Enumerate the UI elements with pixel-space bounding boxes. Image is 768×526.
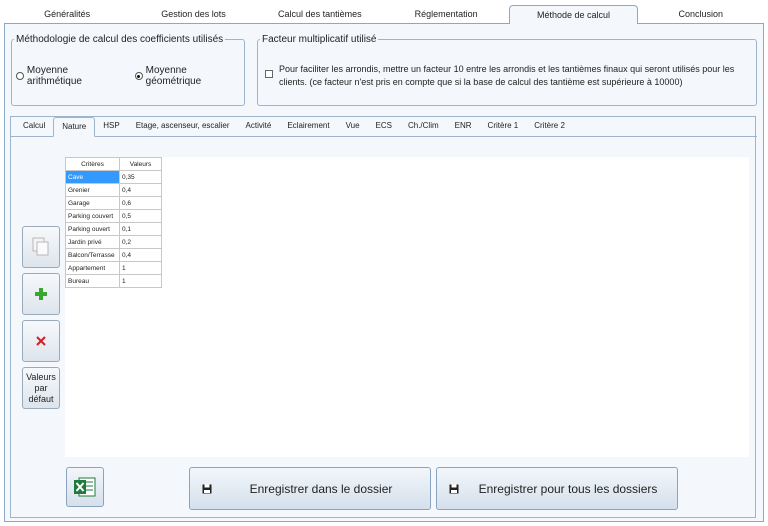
- tab-hsp[interactable]: HSP: [95, 117, 127, 136]
- excel-export-button[interactable]: [66, 467, 104, 507]
- factor-checkbox-label: Pour faciliter les arrondis, mettre un f…: [279, 64, 735, 87]
- tab-etage[interactable]: Etage, ascenseur, escalier: [128, 117, 238, 136]
- grid-header-row: Critères Valeurs: [65, 157, 162, 171]
- cell-valeur[interactable]: 0,4: [119, 248, 162, 262]
- column-header-criteres[interactable]: Critères: [65, 157, 120, 171]
- add-button[interactable]: [22, 273, 60, 315]
- table-row[interactable]: Balcon/Terrasse 0,4: [65, 248, 162, 262]
- tab-calcul[interactable]: Calcul: [15, 117, 53, 136]
- cell-critere[interactable]: Parking couvert: [65, 209, 120, 223]
- cell-valeur[interactable]: 1: [119, 274, 162, 288]
- main-tab-bar: Généralités Gestion des lots Calcul des …: [4, 4, 764, 25]
- radio-label: Moyenne arithmétique: [26, 65, 82, 87]
- criteria-grid: Critères Valeurs Cave 0,35 Grenier 0,4 G…: [65, 157, 162, 288]
- table-row[interactable]: Parking ouvert 0,1: [65, 222, 162, 236]
- tab-enr[interactable]: ENR: [447, 117, 480, 136]
- default-values-button[interactable]: Valeurs par défaut: [22, 367, 60, 409]
- cell-valeur[interactable]: 0,2: [119, 235, 162, 249]
- factor-legend: Facteur multiplicatif utilisé: [262, 34, 377, 45]
- tab-critere-2[interactable]: Critère 2: [526, 117, 573, 136]
- tab-reglementation[interactable]: Réglementation: [383, 4, 509, 23]
- tab-nature[interactable]: Nature: [53, 117, 96, 137]
- column-header-valeurs[interactable]: Valeurs: [119, 157, 162, 171]
- default-values-label-3: défaut: [28, 393, 54, 404]
- tab-calcul-des-tantiemes[interactable]: Calcul des tantièmes: [257, 4, 383, 23]
- criteria-grid-area: Critères Valeurs Cave 0,35 Grenier 0,4 G…: [65, 157, 749, 457]
- cell-valeur[interactable]: 0,35: [119, 170, 162, 184]
- delete-button[interactable]: [22, 320, 60, 362]
- delete-icon: [36, 336, 46, 346]
- table-row[interactable]: Bureau 1: [65, 274, 162, 288]
- tab-methode-de-calcul[interactable]: Méthode de calcul: [509, 5, 638, 25]
- factor-checkbox-row[interactable]: Pour faciliter les arrondis, mettre un f…: [265, 63, 735, 89]
- methodology-legend: Méthodologie de calcul des coefficients …: [16, 34, 224, 45]
- cell-valeur[interactable]: 1: [119, 261, 162, 275]
- save-folder-button[interactable]: Enregistrer dans le dossier: [189, 467, 431, 510]
- tab-gestion-des-lots[interactable]: Gestion des lots: [130, 4, 256, 23]
- radio-moyenne-arithmetique[interactable]: Moyenne arithmétique: [16, 65, 125, 87]
- cell-critere[interactable]: Jardin privé: [65, 235, 120, 249]
- save-all-label: Enregistrer pour tous les dossiers: [478, 481, 658, 496]
- factor-checkbox[interactable]: [265, 70, 273, 78]
- cell-critere[interactable]: Garage: [65, 196, 120, 210]
- radio-off-icon[interactable]: [16, 72, 24, 80]
- sub-tab-bar: Calcul Nature HSP Etage, ascenseur, esca…: [11, 117, 757, 137]
- cell-critere[interactable]: Appartement: [65, 261, 120, 275]
- tab-critere-1[interactable]: Critère 1: [480, 117, 527, 136]
- factor-group: Facteur multiplicatif utilisé Pour facil…: [257, 34, 757, 106]
- cell-critere[interactable]: Bureau: [65, 274, 120, 288]
- plus-icon: [35, 288, 47, 300]
- cell-critere[interactable]: Grenier: [65, 183, 120, 197]
- cell-valeur[interactable]: 0,1: [119, 222, 162, 236]
- table-row[interactable]: Appartement 1: [65, 261, 162, 275]
- table-row[interactable]: Parking couvert 0,5: [65, 209, 162, 223]
- default-values-label-2: par: [34, 382, 48, 393]
- duplicate-button[interactable]: [22, 226, 60, 268]
- duplicate-icon: [32, 237, 49, 256]
- floppy-icon: [449, 484, 459, 493]
- radio-label: Moyenne géométrique: [145, 65, 202, 87]
- save-folder-label: Enregistrer dans le dossier: [249, 481, 393, 496]
- cell-valeur[interactable]: 0,6: [119, 196, 162, 210]
- tab-ch-clim[interactable]: Ch./Clim: [400, 117, 447, 136]
- default-values-label-1: Valeurs: [26, 371, 56, 382]
- cell-valeur[interactable]: 0,5: [119, 209, 162, 223]
- methodology-options: Moyenne arithmétique Moyenne géométrique: [16, 65, 244, 87]
- cell-critere[interactable]: Parking ouvert: [65, 222, 120, 236]
- table-row[interactable]: Garage 0,6: [65, 196, 162, 210]
- excel-icon: [74, 477, 96, 497]
- cell-critere[interactable]: Balcon/Terrasse: [65, 248, 120, 262]
- tab-generalites[interactable]: Généralités: [4, 4, 130, 23]
- floppy-icon: [202, 484, 212, 493]
- tab-ecs[interactable]: ECS: [368, 117, 400, 136]
- criteria-panel: Calcul Nature HSP Etage, ascenseur, esca…: [10, 116, 757, 518]
- save-all-button[interactable]: Enregistrer pour tous les dossiers: [436, 467, 678, 510]
- cell-valeur[interactable]: 0,4: [119, 183, 162, 197]
- table-row[interactable]: Grenier 0,4: [65, 183, 162, 197]
- tab-vue[interactable]: Vue: [338, 117, 368, 136]
- radio-on-icon[interactable]: [134, 72, 143, 80]
- cell-critere[interactable]: Cave: [65, 170, 120, 184]
- table-row[interactable]: Jardin privé 0,2: [65, 235, 162, 249]
- radio-moyenne-geometrique[interactable]: Moyenne géométrique: [134, 65, 244, 87]
- tab-activite[interactable]: Activité: [238, 117, 280, 136]
- tab-conclusion[interactable]: Conclusion: [638, 4, 764, 23]
- tab-eclairement[interactable]: Eclairement: [279, 117, 337, 136]
- table-row[interactable]: Cave 0,35: [65, 170, 162, 184]
- methodology-group: Méthodologie de calcul des coefficients …: [11, 34, 245, 106]
